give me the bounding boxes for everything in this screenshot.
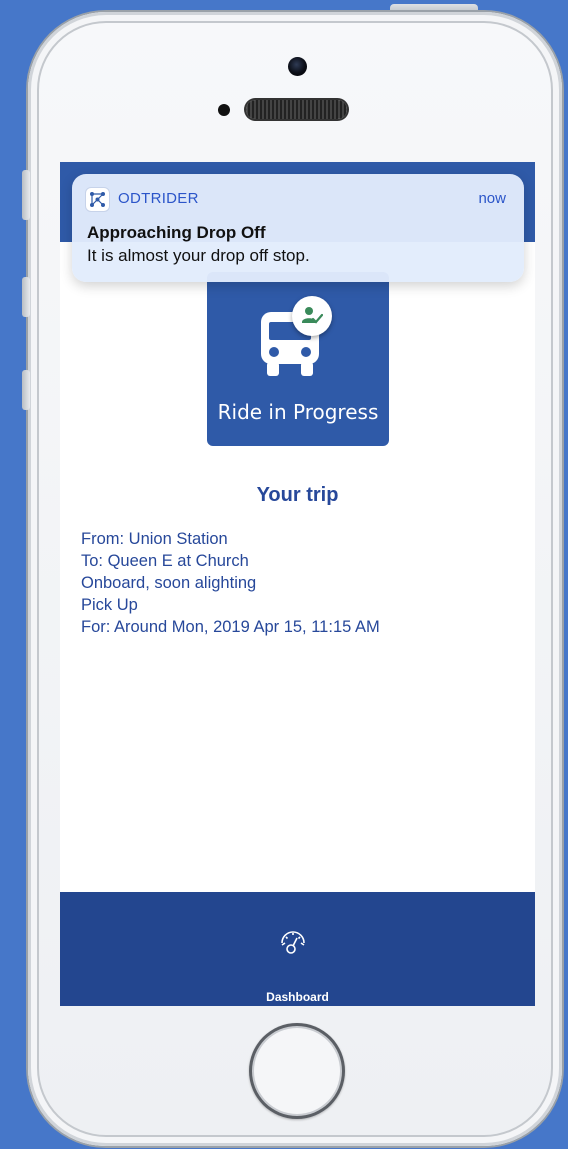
notification-time: now — [478, 190, 506, 207]
earpiece-speaker — [246, 100, 347, 119]
proximity-sensor — [218, 104, 230, 116]
speedometer-icon — [281, 931, 305, 954]
trip-type: Pick Up — [81, 596, 138, 614]
notification-app-name: ODTRIDER — [118, 190, 199, 207]
notification-title: Approaching Drop Off — [87, 223, 266, 242]
front-camera — [288, 57, 307, 76]
trip-to: To: Queen E at Church — [81, 552, 249, 570]
person-check-icon — [292, 296, 332, 336]
trip-status: Onboard, soon alighting — [81, 574, 257, 592]
bottom-nav: Dashboard — [60, 892, 535, 1006]
ride-status-card: Ride in Progress — [207, 272, 389, 446]
trip-details: From: Union Station To: Queen E at Churc… — [81, 528, 380, 638]
ride-status-label: Ride in Progress — [217, 400, 379, 424]
volume-up-button[interactable] — [22, 277, 30, 317]
volume-down-button[interactable] — [22, 370, 30, 410]
trip-heading: Your trip — [256, 484, 339, 506]
push-notification[interactable]: ODTRIDER now Approaching Drop Off It is … — [72, 174, 524, 282]
mute-switch[interactable] — [22, 170, 30, 220]
app-logo-icon — [85, 187, 110, 212]
nav-item-label: Dashboard — [266, 990, 329, 1004]
nav-item-dashboard[interactable]: Dashboard — [240, 912, 355, 1006]
trip-from: From: Union Station — [81, 530, 228, 548]
trip-time: For: Around Mon, 2019 Apr 15, 11:15 AM — [81, 618, 380, 636]
home-button[interactable] — [249, 1023, 345, 1119]
app-screen: Ride in Progress Your trip From: Union S… — [60, 162, 535, 1006]
notification-body: It is almost your drop off stop. — [87, 246, 310, 265]
